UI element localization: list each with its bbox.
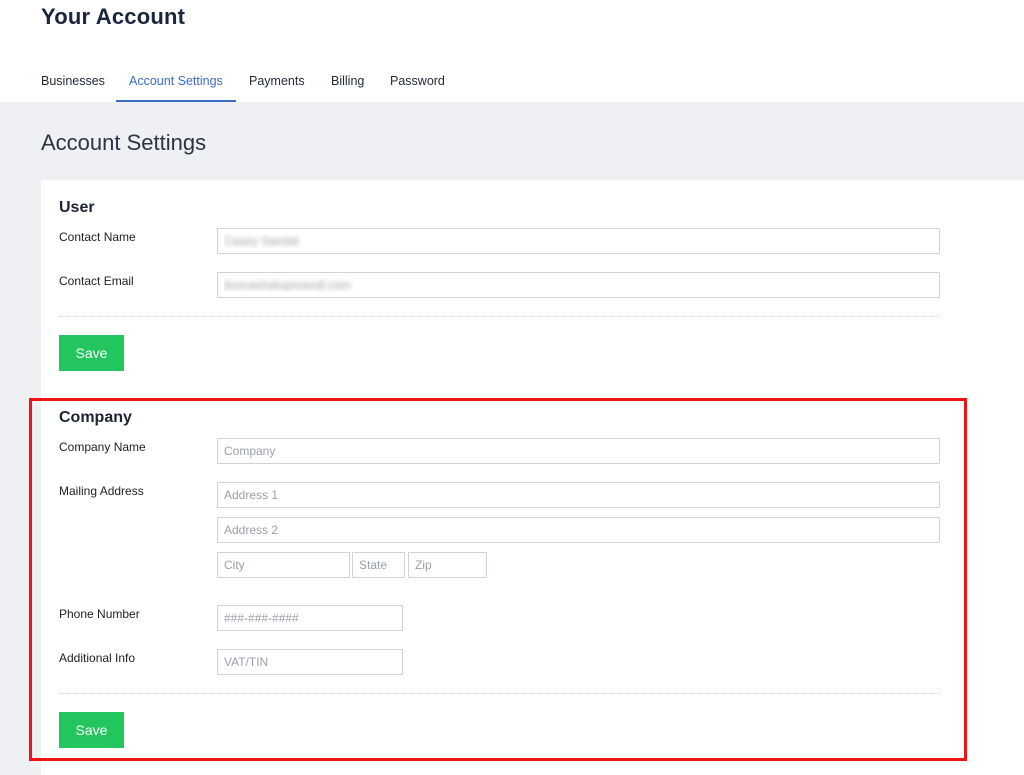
tab-account-settings[interactable]: Account Settings (116, 62, 236, 102)
header-bar: Your Account Businesses Account Settings… (0, 0, 1024, 102)
user-save-button[interactable]: Save (59, 335, 124, 371)
contact-name-label: Contact Name (59, 230, 136, 244)
company-name-label: Company Name (59, 440, 146, 454)
company-section-title: Company (59, 409, 132, 426)
additional-info-label: Additional Info (59, 651, 136, 665)
mailing-address-label: Mailing Address (59, 484, 144, 498)
contact-email-label: Contact Email (59, 274, 134, 288)
account-tabs: Businesses Account Settings Payments Bil… (0, 62, 1024, 102)
company-name-field[interactable] (217, 438, 940, 464)
phone-number-label: Phone Number (59, 607, 140, 621)
tab-billing[interactable]: Billing (331, 62, 364, 100)
zip-field[interactable] (408, 552, 487, 578)
tab-businesses[interactable]: Businesses (41, 62, 105, 100)
user-section-divider (59, 316, 940, 317)
city-field[interactable] (217, 552, 350, 578)
company-section-divider (59, 693, 940, 694)
phone-number-field[interactable] (217, 605, 403, 631)
company-save-button[interactable]: Save (59, 712, 124, 748)
settings-card (41, 180, 1024, 775)
contact-name-field[interactable] (217, 228, 940, 254)
address1-field[interactable] (217, 482, 940, 508)
section-heading: Account Settings (41, 130, 207, 155)
additional-info-field[interactable] (217, 649, 403, 675)
address2-field[interactable] (217, 517, 940, 543)
contact-email-field[interactable] (217, 272, 940, 298)
tab-password[interactable]: Password (390, 62, 445, 100)
tab-payments[interactable]: Payments (249, 62, 305, 100)
page-title: Your Account (41, 4, 186, 29)
state-field[interactable] (352, 552, 405, 578)
user-section-title: User (59, 199, 95, 216)
